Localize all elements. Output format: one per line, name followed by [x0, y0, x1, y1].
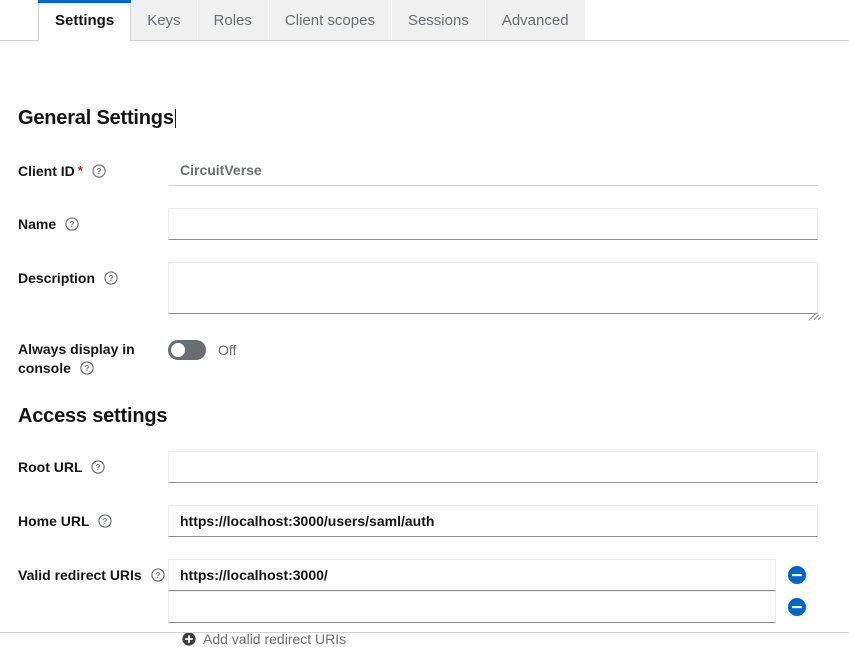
help-icon[interactable]: ? [80, 361, 94, 375]
svg-text:?: ? [103, 517, 108, 526]
help-icon[interactable]: ? [65, 217, 79, 231]
svg-text:?: ? [108, 274, 113, 283]
tab-settings-label: Settings [55, 12, 114, 29]
root-url-label-text: Root URL [18, 459, 82, 475]
always-display-state: Off [218, 340, 236, 360]
description-label-text: Description [18, 270, 95, 286]
tab-settings[interactable]: Settings [38, 0, 131, 41]
client-tabs: Settings Keys Roles Client scopes Sessio… [0, 0, 849, 41]
always-display-toggle[interactable] [168, 340, 206, 360]
valid-redirect-uris-label-text: Valid redirect URIs [18, 567, 142, 583]
help-icon[interactable]: ? [98, 514, 112, 528]
access-settings-heading: Access settings [18, 405, 167, 428]
tab-keys[interactable]: Keys [131, 0, 197, 40]
svg-text:?: ? [96, 463, 101, 472]
home-url-label-text: Home URL [18, 513, 89, 529]
tab-advanced[interactable]: Advanced [486, 0, 586, 40]
home-url-input[interactable] [168, 505, 818, 537]
svg-text:?: ? [70, 220, 75, 229]
description-textarea[interactable] [168, 262, 818, 314]
valid-redirect-uri-input-0[interactable] [168, 559, 776, 591]
plus-circle-icon [182, 632, 196, 646]
tab-advanced-label: Advanced [502, 12, 569, 29]
name-label: Name ? [18, 215, 79, 234]
valid-redirect-uri-input-1[interactable] [168, 591, 776, 623]
root-url-input[interactable] [168, 451, 818, 483]
svg-text:?: ? [84, 364, 89, 373]
always-display-label-text: Always display in console [18, 341, 135, 376]
root-url-label: Root URL ? [18, 458, 105, 477]
svg-text:?: ? [155, 571, 160, 580]
add-valid-redirect-uris-button[interactable]: Add valid redirect URIs [182, 631, 346, 647]
help-icon[interactable]: ? [92, 164, 106, 178]
remove-redirect-uri-button-1[interactable] [787, 597, 807, 617]
general-settings-heading: General Settings [18, 107, 176, 130]
help-icon[interactable]: ? [104, 271, 118, 285]
home-url-label: Home URL ? [18, 512, 112, 531]
client-id-label-text: Client ID [18, 163, 75, 179]
toggle-knob [171, 343, 185, 357]
text-caret [175, 109, 176, 128]
svg-text:?: ? [96, 167, 101, 176]
required-asterisk: * [78, 163, 83, 178]
general-settings-title: General Settings [18, 107, 174, 129]
valid-redirect-uris-label: Valid redirect URIs ? [18, 566, 165, 585]
tab-roles[interactable]: Roles [198, 0, 269, 40]
tab-sessions[interactable]: Sessions [392, 0, 486, 40]
description-label: Description ? [18, 269, 118, 288]
tab-client-scopes[interactable]: Client scopes [269, 0, 392, 40]
help-icon[interactable]: ? [91, 460, 105, 474]
client-id-input[interactable] [168, 154, 818, 186]
tab-sessions-label: Sessions [408, 12, 469, 29]
add-valid-redirect-uris-label: Add valid redirect URIs [203, 631, 346, 647]
remove-redirect-uri-button-0[interactable] [787, 565, 807, 585]
minus-circle-icon [787, 597, 807, 617]
tab-roles-label: Roles [214, 12, 252, 29]
name-input[interactable] [168, 208, 818, 240]
client-id-label: Client ID* ? [18, 161, 106, 181]
always-display-label: Always display in console ? [18, 340, 158, 378]
tab-client-scopes-label: Client scopes [285, 12, 375, 29]
tab-keys-label: Keys [147, 12, 180, 29]
minus-circle-icon [787, 565, 807, 585]
name-label-text: Name [18, 216, 56, 232]
help-icon[interactable]: ? [151, 568, 165, 582]
